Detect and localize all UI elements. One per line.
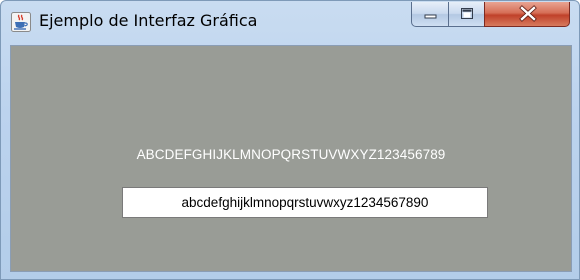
title-bar[interactable]: Ejemplo de Interfaz Gráfica [1, 1, 579, 45]
maximize-button[interactable] [448, 2, 485, 27]
uppercase-label: ABCDEFGHIJKLMNOPQRSTUVWXYZ123456789 [136, 147, 446, 162]
text-input-field[interactable] [122, 187, 488, 218]
maximize-icon [461, 8, 473, 19]
close-icon [519, 5, 537, 22]
window-title: Ejemplo de Interfaz Gráfica [39, 11, 258, 30]
java-coffee-cup-icon[interactable] [11, 12, 31, 32]
application-window: Ejemplo de Interfaz Gráfica ABCDEFGHIJKL… [0, 0, 580, 280]
close-button[interactable] [484, 2, 570, 27]
content-panel: ABCDEFGHIJKLMNOPQRSTUVWXYZ123456789 [10, 45, 572, 272]
minimize-icon [424, 14, 437, 19]
minimize-button[interactable] [411, 2, 449, 27]
